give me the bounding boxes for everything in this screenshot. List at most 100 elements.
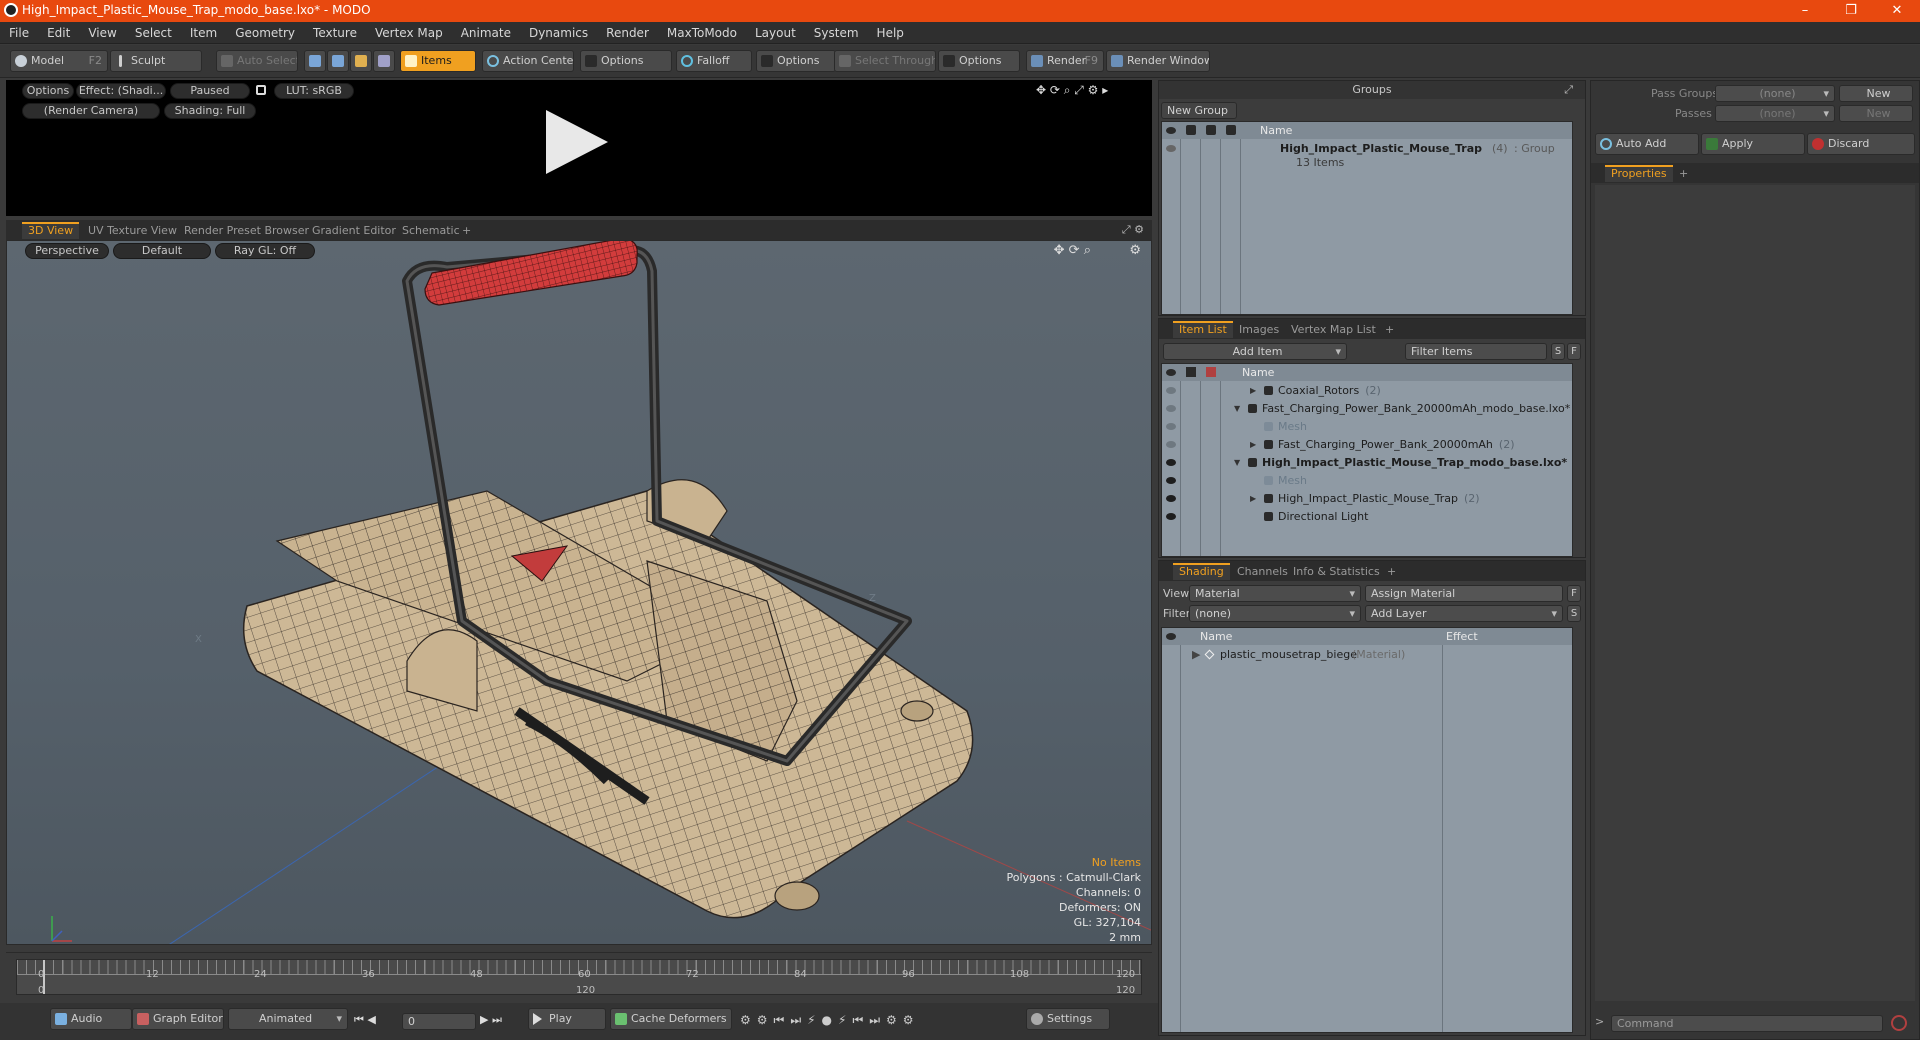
- view-panel-icons[interactable]: ⤢ ⚙: [1122, 223, 1144, 237]
- item-list-row[interactable]: Mesh: [1162, 472, 1572, 490]
- tab-images[interactable]: Images: [1233, 321, 1285, 338]
- preview-effect-dropdown[interactable]: Effect: (Shadi...: [76, 83, 166, 99]
- timeline[interactable]: 0 12 24 36 48 60 72 84 96 108 120 0 120 …: [6, 952, 1152, 1002]
- 3d-viewport[interactable]: Perspective Default Ray GL: Off ✥ ⟳ ⌕ ⚙: [6, 240, 1152, 945]
- menu-view[interactable]: View: [79, 22, 125, 44]
- item-list-row[interactable]: ▼ Fast_Charging_Power_Bank_20000mAh_modo_…: [1162, 400, 1572, 418]
- new-pass-button[interactable]: New: [1839, 105, 1913, 122]
- select-icon[interactable]: [1226, 125, 1236, 135]
- expand-arrow-icon[interactable]: ▼: [1234, 400, 1240, 418]
- eye-icon[interactable]: [1166, 633, 1176, 640]
- tab-item-list[interactable]: Item List: [1173, 321, 1233, 338]
- eye-icon[interactable]: [1166, 369, 1176, 376]
- shading-f-button[interactable]: F: [1567, 585, 1581, 602]
- menu-vertex-map[interactable]: Vertex Map: [366, 22, 452, 44]
- menu-layout[interactable]: Layout: [746, 22, 805, 44]
- render-button[interactable]: Render F9: [1026, 50, 1104, 72]
- settings-button[interactable]: Settings: [1026, 1008, 1110, 1030]
- expand-arrow-icon[interactable]: ▶: [1250, 436, 1256, 454]
- tab-properties[interactable]: Properties: [1605, 165, 1673, 182]
- eye-icon[interactable]: [1166, 387, 1176, 394]
- step-forward-icons[interactable]: ▶ ⏭: [480, 1013, 502, 1027]
- menu-select[interactable]: Select: [126, 22, 181, 44]
- audio-button[interactable]: Audio: [50, 1008, 132, 1030]
- add-item-dropdown[interactable]: Add Item: [1163, 343, 1347, 360]
- items-mode-button[interactable]: Items: [400, 50, 476, 72]
- lut-dropdown[interactable]: LUT: sRGB: [274, 83, 354, 99]
- graph-editor-button[interactable]: Graph Editor: [132, 1008, 224, 1030]
- command-history-icon[interactable]: [1891, 1015, 1907, 1031]
- eye-icon[interactable]: [1166, 127, 1176, 134]
- filter-dropdown[interactable]: (none): [1189, 605, 1361, 622]
- action-center-button[interactable]: Action Center: [482, 50, 574, 72]
- model-mode-button[interactable]: Model F2: [10, 50, 108, 72]
- select-materials-button[interactable]: [373, 50, 395, 72]
- menu-maxtomodo[interactable]: MaxToModo: [658, 22, 746, 44]
- select-through-button[interactable]: Select Through: [834, 50, 936, 72]
- expand-arrow-icon[interactable]: ▼: [1234, 454, 1240, 472]
- step-back-icons[interactable]: ⏮ ◀: [354, 1013, 376, 1027]
- tab-3d-view[interactable]: 3D View: [22, 222, 80, 239]
- menu-dynamics[interactable]: Dynamics: [520, 22, 597, 44]
- eye-icon[interactable]: [1166, 459, 1176, 466]
- auto-add-button[interactable]: Auto Add: [1595, 133, 1699, 155]
- item-list[interactable]: Name ▶ Coaxial_Rotors (2) ▼ Fast_Charging_Po…: [1161, 363, 1573, 557]
- tab-uv-texture-view[interactable]: UV Texture View: [82, 222, 183, 239]
- filter-s-button[interactable]: S: [1551, 343, 1565, 360]
- item-list-row[interactable]: ▶ Coaxial_Rotors (2): [1162, 382, 1572, 400]
- expand-arrow-icon[interactable]: ▶: [1250, 490, 1256, 508]
- frame-input[interactable]: 0: [402, 1013, 476, 1030]
- lock-icon[interactable]: [1186, 367, 1196, 377]
- apply-button[interactable]: Apply: [1701, 133, 1805, 155]
- falloff-button[interactable]: Falloff: [676, 50, 752, 72]
- menu-item[interactable]: Item: [181, 22, 226, 44]
- eye-icon[interactable]: [1166, 145, 1176, 152]
- menu-edit[interactable]: Edit: [38, 22, 79, 44]
- filter-items-input[interactable]: Filter Items: [1405, 343, 1547, 360]
- expand-arrow-icon[interactable]: ▶: [1250, 382, 1256, 400]
- add-tab-button[interactable]: +: [1381, 563, 1402, 580]
- maximize-button[interactable]: ❐: [1828, 0, 1874, 22]
- new-pass-group-button[interactable]: New: [1839, 85, 1913, 102]
- item-list-row[interactable]: Directional Light: [1162, 508, 1572, 526]
- tab-info-statistics[interactable]: Info & Statistics: [1287, 563, 1386, 580]
- material-row[interactable]: ▶ plastic_mousetrap_biege (Material): [1162, 646, 1572, 664]
- discard-button[interactable]: Discard: [1807, 133, 1915, 155]
- group-row[interactable]: High_Impact_Plastic_Mouse_Trap (4) : Gro…: [1162, 140, 1572, 158]
- tab-shading[interactable]: Shading: [1173, 563, 1230, 580]
- menu-system[interactable]: System: [805, 22, 868, 44]
- shading-dropdown[interactable]: Shading: Full: [164, 103, 256, 119]
- add-tab-button[interactable]: +: [1673, 165, 1694, 182]
- preview-paused-button[interactable]: Paused: [170, 83, 250, 99]
- groups-expand-icon[interactable]: ⤢: [1564, 83, 1573, 97]
- sculpt-mode-button[interactable]: Sculpt: [110, 50, 202, 72]
- render-camera-dropdown[interactable]: (Render Camera): [22, 103, 160, 119]
- preview-nav-icons[interactable]: ✥ ⟳ ⌕ ⤢ ⚙ ▸: [1036, 83, 1108, 98]
- item-list-row[interactable]: Mesh: [1162, 418, 1572, 436]
- view-material-dropdown[interactable]: Material: [1189, 585, 1361, 602]
- eye-icon[interactable]: [1166, 513, 1176, 520]
- close-button[interactable]: ✕: [1874, 0, 1920, 22]
- tab-vertex-map-list[interactable]: Vertex Map List: [1285, 321, 1382, 338]
- item-list-row[interactable]: ▼ High_Impact_Plastic_Mouse_Trap_modo_bas…: [1162, 454, 1572, 472]
- render-icon[interactable]: [1206, 367, 1216, 377]
- add-tab-button[interactable]: +: [1379, 321, 1400, 338]
- falloff-options-button[interactable]: Options: [756, 50, 836, 72]
- new-group-button[interactable]: New Group: [1161, 102, 1237, 119]
- menu-animate[interactable]: Animate: [452, 22, 520, 44]
- preview-options-button[interactable]: Options: [22, 83, 74, 99]
- select-polygons-button[interactable]: [350, 50, 372, 72]
- eye-icon[interactable]: [1166, 477, 1176, 484]
- shader-tree[interactable]: Name Effect ▶ plastic_mousetrap_biege (M…: [1161, 627, 1573, 1033]
- eye-icon[interactable]: [1166, 441, 1176, 448]
- shading-s-button[interactable]: S: [1567, 605, 1581, 622]
- menu-file[interactable]: File: [0, 22, 38, 44]
- menu-render[interactable]: Render: [597, 22, 658, 44]
- eye-icon[interactable]: [1166, 495, 1176, 502]
- tab-channels[interactable]: Channels: [1231, 563, 1294, 580]
- menu-geometry[interactable]: Geometry: [226, 22, 304, 44]
- eye-icon[interactable]: [1166, 405, 1176, 412]
- command-input[interactable]: Command: [1611, 1015, 1883, 1032]
- tab-gradient-editor[interactable]: Gradient Editor: [306, 222, 402, 239]
- add-layer-dropdown[interactable]: Add Layer: [1365, 605, 1563, 622]
